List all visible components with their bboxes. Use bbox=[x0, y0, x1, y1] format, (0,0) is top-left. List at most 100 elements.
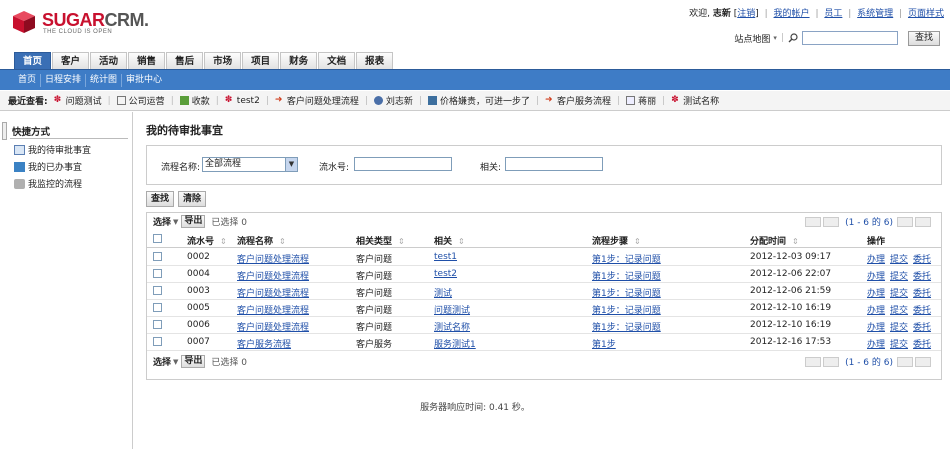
tab-documents[interactable]: 文档 bbox=[318, 52, 356, 69]
tab-activities[interactable]: 活动 bbox=[90, 52, 128, 69]
flow-step-link[interactable]: 第1步：记录问题 bbox=[592, 252, 661, 265]
submit-link[interactable]: 提交 bbox=[890, 252, 908, 265]
handle-link[interactable]: 办理 bbox=[867, 269, 885, 282]
col-flow-step[interactable]: 流程步骤 ⇕ bbox=[592, 234, 641, 247]
row-checkbox[interactable] bbox=[153, 320, 162, 329]
subtab-home[interactable]: 首页 bbox=[14, 73, 42, 87]
tab-projects[interactable]: 项目 bbox=[242, 52, 280, 69]
recent-item[interactable]: ➜ 客户问题处理流程 | bbox=[275, 94, 368, 108]
sitemap-link[interactable]: 站点地图 bbox=[734, 32, 770, 45]
recent-item[interactable]: 蒋丽 | bbox=[626, 94, 665, 107]
sidebar-item-done[interactable]: 我的已办事宜 bbox=[14, 160, 82, 173]
recent-item[interactable]: 公司运营 | bbox=[116, 94, 174, 107]
recent-item[interactable]: 收款 | bbox=[179, 94, 219, 107]
flow-name-select[interactable]: 全部流程 ▼ bbox=[202, 157, 298, 172]
flow-step-link[interactable]: 第1步 bbox=[592, 337, 616, 350]
delegate-link[interactable]: 委托 bbox=[913, 269, 931, 282]
row-checkbox[interactable] bbox=[153, 269, 162, 278]
row-checkbox[interactable] bbox=[153, 303, 162, 312]
row-checkbox[interactable] bbox=[153, 286, 162, 295]
related-link[interactable]: test2 bbox=[434, 269, 457, 279]
recent-item[interactable]: ➜ 客户服务流程 | bbox=[545, 94, 620, 108]
flow-step-link[interactable]: 第1步：记录问题 bbox=[592, 286, 661, 299]
recent-item[interactable]: ✽ 测试名称 bbox=[671, 94, 719, 108]
delegate-link[interactable]: 委托 bbox=[913, 303, 931, 316]
flow-name-link[interactable]: 客户问题处理流程 bbox=[237, 303, 309, 316]
my-account-link[interactable]: 我的帐户 bbox=[774, 9, 810, 19]
admin-link[interactable]: 系统管理 bbox=[857, 9, 893, 19]
sugarcrm-logo[interactable]: SUGARCRM. THE CLOUD IS OPEN bbox=[12, 8, 162, 38]
col-assigned-time[interactable]: 分配时间 ⇕ bbox=[750, 234, 799, 247]
first-page-button[interactable] bbox=[805, 356, 822, 367]
sidebar-item-pending-approval[interactable]: 我的待审批事宜 bbox=[14, 143, 91, 156]
col-serial-no[interactable]: 流水号 ⇕ bbox=[187, 234, 227, 247]
col-related[interactable]: 相关 ⇕ bbox=[434, 234, 465, 247]
submit-link[interactable]: 提交 bbox=[890, 303, 908, 316]
handle-link[interactable]: 办理 bbox=[867, 252, 885, 265]
serial-no-input[interactable] bbox=[354, 157, 452, 171]
tab-accounts[interactable]: 客户 bbox=[52, 52, 90, 69]
related-link[interactable]: 服务测试1 bbox=[434, 337, 476, 350]
delegate-link[interactable]: 委托 bbox=[913, 337, 931, 350]
handle-link[interactable]: 办理 bbox=[867, 320, 885, 333]
first-page-button[interactable] bbox=[805, 216, 822, 227]
flow-name-link[interactable]: 客户问题处理流程 bbox=[237, 286, 309, 299]
recent-item[interactable]: 刘志新 | bbox=[373, 94, 422, 107]
submit-link[interactable]: 提交 bbox=[890, 337, 908, 350]
last-page-button[interactable] bbox=[915, 356, 931, 367]
related-link[interactable]: 测试名称 bbox=[434, 320, 470, 333]
flow-name-link[interactable]: 客户服务流程 bbox=[237, 337, 291, 350]
export-button[interactable]: 导出 bbox=[181, 355, 206, 368]
last-page-button[interactable] bbox=[915, 216, 931, 227]
chevron-down-icon[interactable]: ▼ bbox=[173, 358, 178, 366]
handle-link[interactable]: 办理 bbox=[867, 303, 885, 316]
col-related-type[interactable]: 相关类型 ⇕ bbox=[356, 234, 405, 247]
row-checkbox[interactable] bbox=[153, 337, 162, 346]
delegate-link[interactable]: 委托 bbox=[913, 252, 931, 265]
sidebar-item-monitored[interactable]: 我监控的流程 bbox=[14, 177, 82, 190]
handle-link[interactable]: 办理 bbox=[867, 286, 885, 299]
subtab-charts[interactable]: 统计图 bbox=[86, 73, 123, 87]
select-menu[interactable]: 选择 bbox=[153, 355, 171, 368]
flow-step-link[interactable]: 第1步：记录问题 bbox=[592, 320, 661, 333]
employees-link[interactable]: 员工 bbox=[824, 9, 842, 19]
tab-finance[interactable]: 财务 bbox=[280, 52, 318, 69]
recent-item[interactable]: ✽ test2 | bbox=[225, 96, 269, 106]
export-button[interactable]: 导出 bbox=[181, 215, 206, 228]
flow-name-link[interactable]: 客户问题处理流程 bbox=[237, 320, 309, 333]
related-input[interactable] bbox=[505, 157, 603, 171]
subtab-approval-center[interactable]: 审批中心 bbox=[122, 74, 166, 87]
sidebar-collapse-handle[interactable] bbox=[2, 122, 7, 140]
search-button[interactable]: 查找 bbox=[907, 30, 940, 46]
logout-link[interactable]: 注销 bbox=[737, 9, 755, 19]
flow-step-link[interactable]: 第1步：记录问题 bbox=[592, 303, 661, 316]
tab-home[interactable]: 首页 bbox=[14, 52, 52, 69]
related-link[interactable]: 问题测试 bbox=[434, 303, 470, 316]
recent-item[interactable]: ✽ 问题测试 | bbox=[54, 94, 111, 108]
related-link[interactable]: 测试 bbox=[434, 286, 452, 299]
recent-item[interactable]: 价格嫌贵，可进一步了 | bbox=[427, 94, 539, 107]
flow-step-link[interactable]: 第1步：记录问题 bbox=[592, 269, 661, 282]
tab-marketing[interactable]: 市场 bbox=[204, 52, 242, 69]
tab-after-sales[interactable]: 售后 bbox=[166, 52, 204, 69]
prev-page-button[interactable] bbox=[823, 356, 840, 367]
select-menu[interactable]: 选择 bbox=[153, 215, 171, 228]
flow-name-link[interactable]: 客户问题处理流程 bbox=[237, 269, 309, 282]
search-input[interactable] bbox=[801, 31, 898, 45]
submit-link[interactable]: 提交 bbox=[890, 269, 908, 282]
flow-name-link[interactable]: 客户问题处理流程 bbox=[237, 252, 309, 265]
chevron-down-icon[interactable]: ▼ bbox=[173, 218, 178, 226]
tab-sales[interactable]: 销售 bbox=[128, 52, 166, 69]
search-submit-button[interactable]: 查找 bbox=[146, 191, 175, 207]
chevron-down-icon[interactable]: ▾ bbox=[773, 34, 777, 42]
handle-link[interactable]: 办理 bbox=[867, 337, 885, 350]
prev-page-button[interactable] bbox=[823, 216, 840, 227]
submit-link[interactable]: 提交 bbox=[890, 286, 908, 299]
next-page-button[interactable] bbox=[897, 216, 913, 227]
next-page-button[interactable] bbox=[897, 356, 913, 367]
clear-button[interactable]: 清除 bbox=[178, 191, 207, 207]
page-style-link[interactable]: 页面样式 bbox=[908, 9, 944, 19]
subtab-calendar[interactable]: 日程安排 bbox=[41, 73, 87, 87]
select-all-checkbox[interactable] bbox=[153, 234, 162, 243]
tab-reports[interactable]: 报表 bbox=[356, 52, 394, 69]
